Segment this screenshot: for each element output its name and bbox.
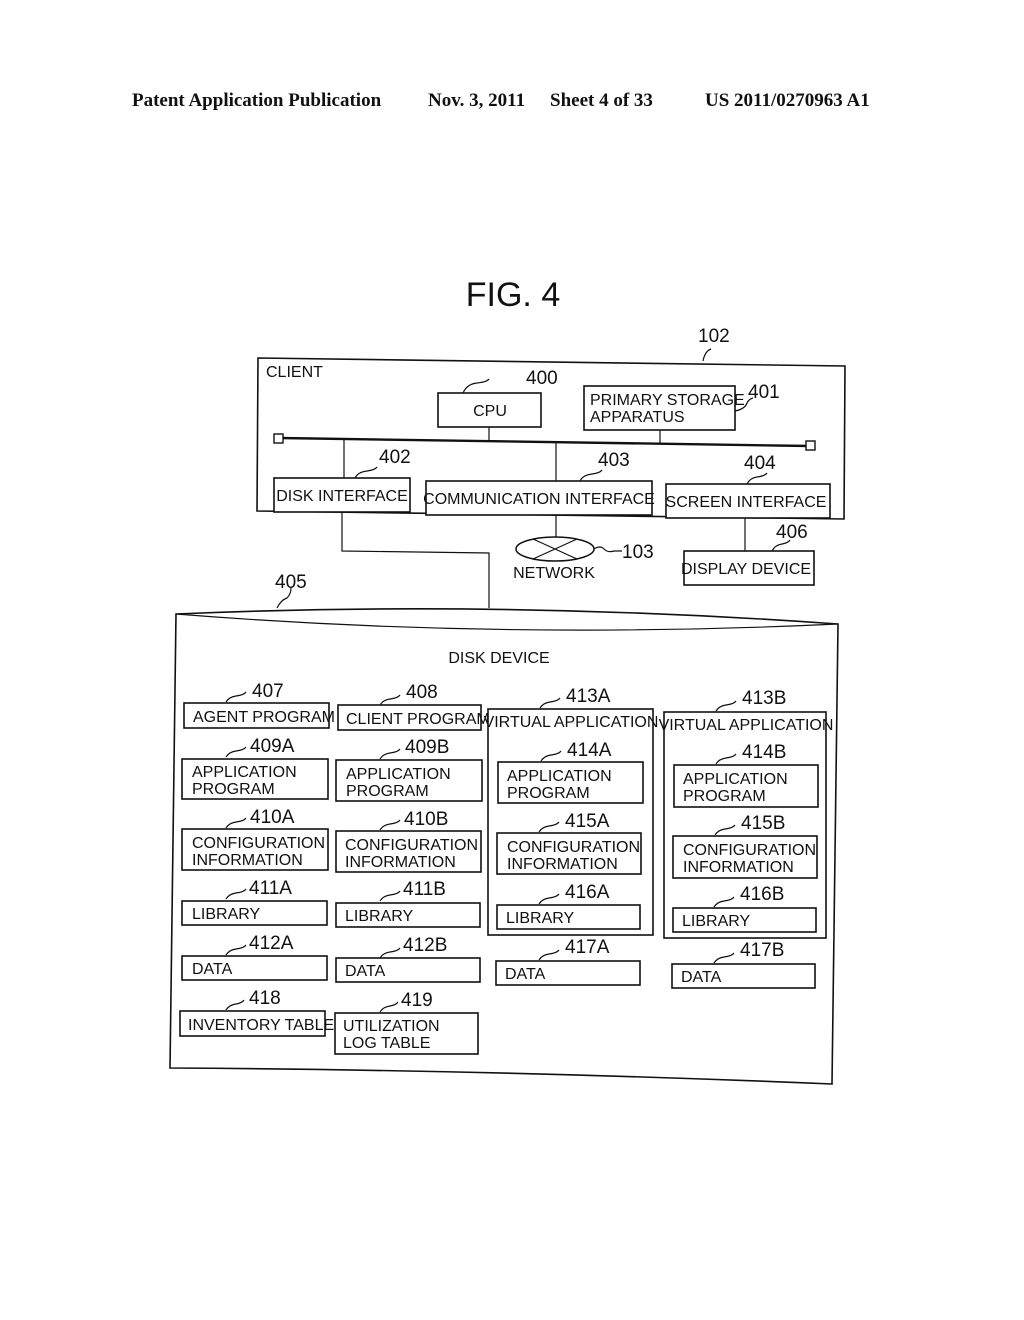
library-411b-label: LIBRARY xyxy=(345,908,414,925)
inventory-table-ref: 418 xyxy=(249,988,281,1009)
cpu-label: CPU xyxy=(473,403,507,420)
configuration-information-415a-line2: INFORMATION xyxy=(507,856,618,873)
network-ref: 103 xyxy=(622,542,654,563)
application-program-414b-line1: APPLICATION xyxy=(683,771,788,788)
screen-interface-ref: 404 xyxy=(744,453,776,474)
configuration-information-410a-ref: 410A xyxy=(250,807,295,828)
utilization-log-table-line2: LOG TABLE xyxy=(343,1035,430,1052)
configuration-information-410a-line2: INFORMATION xyxy=(192,852,303,869)
configuration-information-415b-ref: 415B xyxy=(741,813,785,834)
configuration-information-415b-line1: CONFIGURATION xyxy=(683,842,816,859)
library-411a-label: LIBRARY xyxy=(192,906,261,923)
utilization-log-table-line1: UTILIZATION xyxy=(343,1018,440,1035)
library-411a-ref: 411A xyxy=(249,878,292,899)
configuration-information-410a-line1: CONFIGURATION xyxy=(192,835,325,852)
configuration-information-415a-line1: CONFIGURATION xyxy=(507,839,640,856)
application-program-409a-line2: PROGRAM xyxy=(192,781,275,798)
virtual-application-413a-label: VIRTUAL APPLICATION xyxy=(484,714,659,731)
application-program-414a-line1: APPLICATION xyxy=(507,768,612,785)
communication-interface-ref: 403 xyxy=(598,450,630,471)
network-leader xyxy=(593,546,622,553)
virtual-application-413b-ref: 413B xyxy=(742,688,786,709)
display-device-label: DISPLAY DEVICE xyxy=(681,561,811,578)
client-leader xyxy=(702,348,712,362)
data-417a-label: DATA xyxy=(505,966,546,983)
library-416a-label: LIBRARY xyxy=(506,910,575,927)
application-program-414a-ref: 414A xyxy=(567,740,612,761)
disk-connector xyxy=(341,512,490,608)
virtual-application-413b: 413B VIRTUAL APPLICATION 414B APPLICATIO… xyxy=(659,688,834,939)
inventory-table-label: INVENTORY TABLE xyxy=(188,1017,334,1034)
cpu-ref: 400 xyxy=(526,368,558,389)
data-417a-ref: 417A xyxy=(565,937,610,958)
application-program-414b-ref: 414B xyxy=(742,742,786,763)
data-412b-ref: 412B xyxy=(403,935,447,956)
configuration-information-410b-ref: 410B xyxy=(404,809,448,830)
virtual-application-413a-ref: 413A xyxy=(566,686,611,707)
agent-program-ref: 407 xyxy=(252,681,284,702)
application-program-409b-line2: PROGRAM xyxy=(346,783,429,800)
application-program-414b-line2: PROGRAM xyxy=(683,788,766,805)
data-412a-label: DATA xyxy=(192,961,233,978)
display-device-box: DISPLAY DEVICE 406 xyxy=(681,518,815,586)
data-412a-ref: 412A xyxy=(249,933,294,954)
primary-storage-ref: 401 xyxy=(748,382,780,403)
application-program-409b-line1: APPLICATION xyxy=(346,766,451,783)
client-ref: 102 xyxy=(698,326,730,347)
disk-device-label: DISK DEVICE xyxy=(448,650,549,667)
virtual-application-413b-label: VIRTUAL APPLICATION xyxy=(659,717,834,734)
application-program-414a-line2: PROGRAM xyxy=(507,785,590,802)
library-416b-ref: 416B xyxy=(740,884,784,905)
figure-diagram: FIG. 4 CLIENT 102 CPU 400 PRIMARY STORAG… xyxy=(169,276,846,1085)
virtual-application-413a: 413A VIRTUAL APPLICATION 414A APPLICATIO… xyxy=(484,686,659,936)
utilization-log-table-ref: 419 xyxy=(401,990,433,1011)
client-label: CLIENT xyxy=(266,364,323,381)
client-program-ref: 408 xyxy=(406,682,438,703)
network: 103 NETWORK xyxy=(513,515,654,582)
library-416b-label: LIBRARY xyxy=(682,913,751,930)
bus-terminal-left xyxy=(273,433,284,444)
data-412b-label: DATA xyxy=(345,963,386,980)
disk-device-ref: 405 xyxy=(275,572,307,593)
data-417b-ref: 417B xyxy=(740,940,784,961)
application-program-409a-ref: 409A xyxy=(250,736,295,757)
bus-terminal-right xyxy=(805,440,816,451)
network-label: NETWORK xyxy=(513,565,595,582)
data-417b-label: DATA xyxy=(681,969,722,986)
display-device-ref: 406 xyxy=(776,522,808,543)
screen-interface-label: SCREEN INTERFACE xyxy=(666,494,827,511)
configuration-information-410b-line2: INFORMATION xyxy=(345,854,456,871)
disk-interface-ref: 402 xyxy=(379,447,411,468)
library-416a-ref: 416A xyxy=(565,882,610,903)
configuration-information-415a-ref: 415A xyxy=(565,811,610,832)
disk-interface-label: DISK INTERFACE xyxy=(276,488,408,505)
configuration-information-410b-line1: CONFIGURATION xyxy=(345,837,478,854)
agent-program-label: AGENT PROGRAM xyxy=(193,709,335,726)
primary-storage-line2: APPARATUS xyxy=(590,409,685,426)
application-program-409b-ref: 409B xyxy=(405,737,449,758)
figure-title: FIG. 4 xyxy=(466,276,560,314)
application-program-409a-line1: APPLICATION xyxy=(192,764,297,781)
communication-interface-label: COMMUNICATION INTERFACE xyxy=(423,491,655,508)
client-program-label: CLIENT PROGRAM xyxy=(346,711,490,728)
library-411b-ref: 411B xyxy=(403,879,446,900)
configuration-information-415b-line2: INFORMATION xyxy=(683,859,794,876)
primary-storage-line1: PRIMARY STORAGE xyxy=(590,392,745,409)
